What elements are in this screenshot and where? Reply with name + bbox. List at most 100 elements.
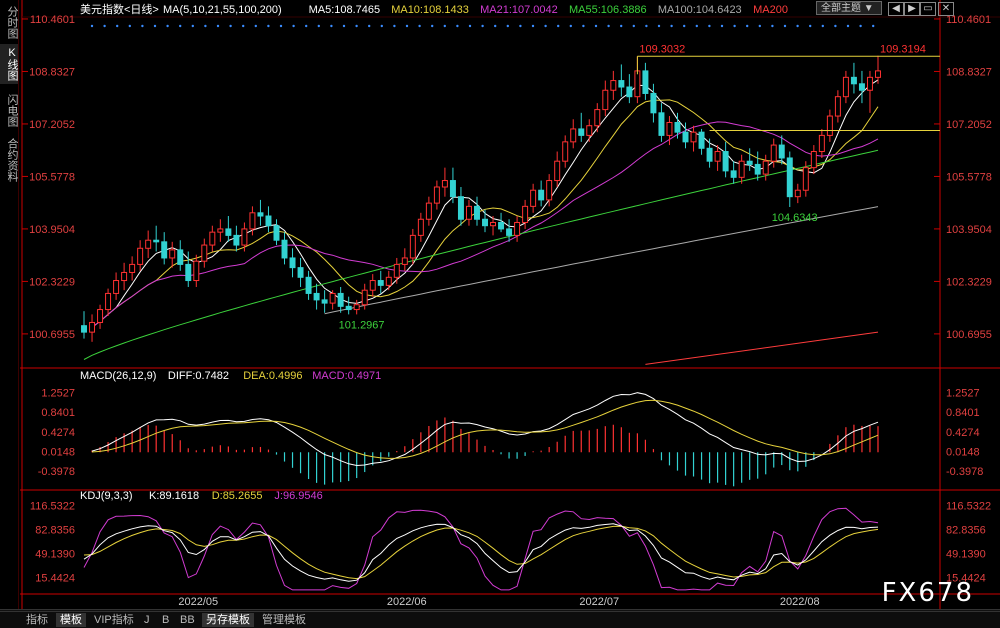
y-tick-label-left: 100.6955 — [29, 329, 75, 341]
candle-body — [177, 249, 184, 265]
candle-body — [345, 305, 352, 311]
candle-body — [241, 228, 248, 246]
kdj-tick-right: 82.8356 — [946, 525, 986, 537]
tab-flash[interactable]: 闪电图 — [0, 90, 18, 130]
candle-body — [209, 231, 216, 246]
candle-body — [457, 196, 464, 220]
candle-body — [578, 128, 585, 136]
macd-tick-right: 1.2527 — [946, 388, 980, 400]
tab-kline[interactable]: K线图 — [0, 44, 18, 84]
candle-body — [538, 189, 545, 201]
candle-body — [490, 221, 497, 227]
candle-body — [217, 228, 224, 233]
marker-dot — [153, 24, 157, 28]
candle-body — [842, 76, 849, 98]
marker-dot — [531, 24, 535, 28]
candle-body — [802, 167, 809, 191]
candle-body — [594, 109, 601, 127]
marker-dot — [708, 24, 711, 28]
annotation-high-2: 109.3194 — [880, 43, 926, 55]
back-icon[interactable]: ◀ — [888, 2, 904, 16]
candle-body — [698, 131, 705, 149]
kdj-legend-item-0: KDJ(9,3,3) — [80, 490, 133, 502]
candle-body — [185, 263, 192, 282]
marker-dot — [468, 24, 472, 28]
y-tick-label-right: 108.8327 — [946, 66, 992, 78]
macd-tick-left: 0.0148 — [41, 447, 75, 459]
candle-body — [514, 221, 521, 236]
ma-legend-item-5: MA55:106.3886 — [569, 4, 647, 16]
candle-body — [417, 218, 424, 236]
forward-icon[interactable]: ▶ — [904, 2, 920, 16]
marker-dot — [657, 24, 661, 28]
macd-tick-left: 1.2527 — [41, 388, 75, 400]
marker-dot — [368, 24, 371, 28]
marker-dot — [204, 24, 207, 28]
marker-dot — [506, 24, 509, 28]
marker-dot — [821, 24, 824, 28]
marker-dot — [758, 24, 761, 28]
marker-dot — [645, 24, 648, 28]
macd-legend-item-1: DIFF:0.7482 — [168, 370, 229, 382]
candle-body — [674, 121, 681, 133]
marker-dot — [317, 24, 320, 28]
ma-legend-item-0: 美元指数<日线> — [80, 2, 159, 16]
candle-body — [329, 292, 336, 304]
close-icon[interactable]: ✕ — [938, 2, 954, 16]
marker-dot — [569, 24, 572, 28]
candle-body — [449, 180, 456, 198]
candle-body — [786, 157, 793, 198]
marker-dot — [519, 24, 522, 28]
candle-body — [770, 144, 777, 162]
theme-select[interactable]: 全部主题 ▼ — [816, 1, 882, 15]
ma-legend-item-4: MA21:107.0042 — [480, 4, 558, 16]
candle-body — [169, 249, 176, 259]
candle-body — [554, 160, 561, 182]
candle-body — [425, 202, 432, 220]
marker-dot — [494, 24, 497, 28]
candle-body — [530, 189, 537, 207]
marker-dot — [557, 24, 560, 28]
tab-contract-info[interactable]: 合约资料 — [0, 134, 18, 186]
candle-body — [81, 325, 87, 333]
candle-body — [353, 304, 360, 311]
candle-body — [337, 292, 344, 307]
marker-dot — [305, 24, 308, 28]
chart-stage: 109.3032 109.3194 101.2967 104.6343 110.460… — [20, 0, 1000, 609]
marker-dot — [330, 24, 333, 28]
tab-time-sharing[interactable]: 分时图 — [0, 4, 18, 40]
macd-legend-item-2: DEA:0.4996 — [243, 370, 302, 382]
candle-body — [257, 212, 264, 217]
zoom-icon[interactable]: ▭ — [920, 2, 936, 16]
candle-body — [666, 121, 673, 136]
marker-dot — [720, 24, 724, 28]
marker-dot — [431, 24, 434, 28]
candle-body — [161, 241, 168, 259]
marker-dot — [103, 24, 106, 28]
candle-body — [361, 289, 368, 306]
kdj-tick-right: 49.1390 — [946, 549, 986, 561]
marker-dot — [481, 24, 484, 28]
marker-dot — [746, 24, 749, 28]
marker-dot — [796, 24, 799, 28]
marker-dot — [116, 24, 119, 28]
y-tick-label-left: 105.5778 — [29, 171, 75, 183]
candle-body — [730, 170, 737, 178]
candle-body — [482, 218, 488, 227]
ma-legend-item-1: MA(5,10,21,55,100,200) — [163, 4, 282, 16]
ma-legend-item-7: MA200 — [753, 4, 788, 16]
chevron-down-icon: ▼ — [863, 3, 874, 14]
candle-body — [546, 180, 553, 201]
marker-dot — [242, 24, 245, 28]
kdj-tick-left: 15.4424 — [35, 572, 75, 584]
marker-dot — [632, 24, 635, 28]
marker-dot — [695, 24, 698, 28]
left-sidebar: 分时图 K线图 闪电图 合约资料 — [0, 0, 19, 625]
marker-dot — [456, 24, 459, 28]
marker-dot — [393, 24, 396, 28]
candle-body — [682, 131, 689, 143]
candle-body — [562, 141, 569, 162]
y-tick-label-right: 100.6955 — [946, 329, 992, 341]
marker-dot — [872, 24, 875, 28]
marker-dot — [355, 24, 358, 28]
